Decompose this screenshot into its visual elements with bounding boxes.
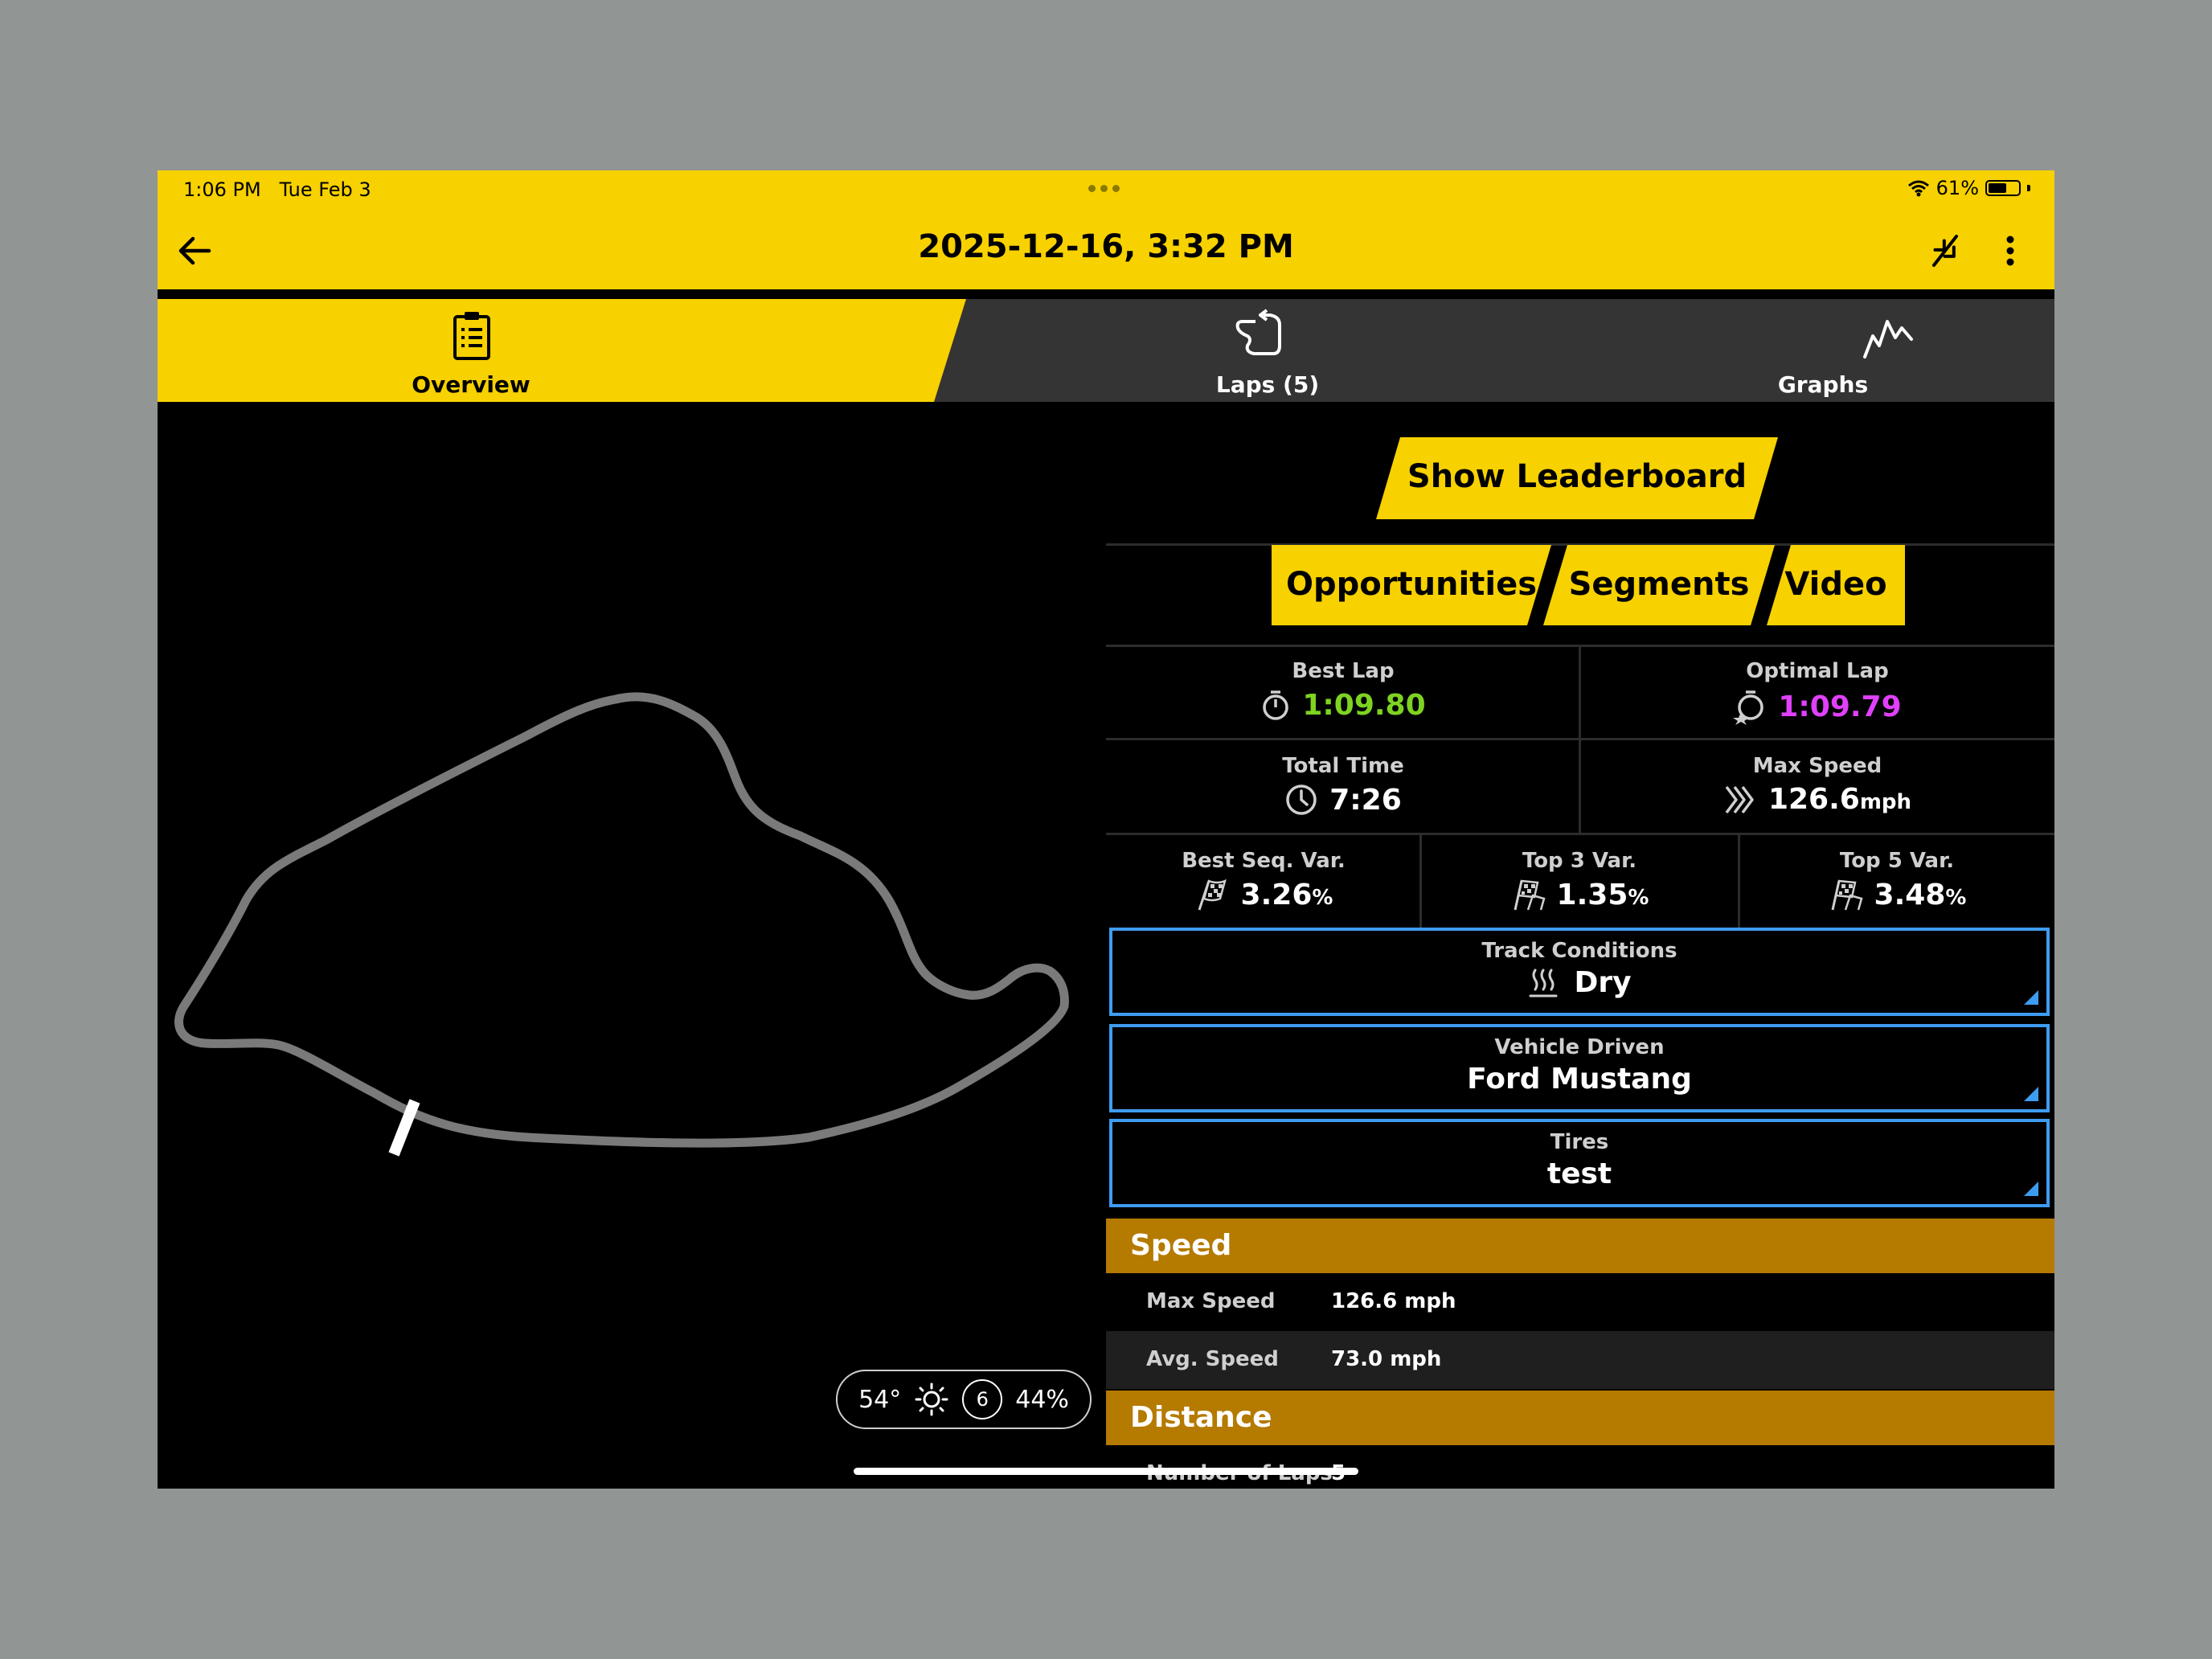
- tab-label-overview: Overview: [412, 371, 530, 398]
- vehicle-label: Vehicle Driven: [1494, 1035, 1665, 1059]
- track-conditions-selector[interactable]: Track Conditions Dry: [1109, 928, 2050, 1016]
- stat-optimal-lap: Optimal Lap 1:09.79: [1580, 659, 2054, 725]
- temperature: 54°: [858, 1385, 902, 1414]
- double-checkered-flag-icon: [1831, 879, 1863, 911]
- stopwatch-star-icon: [1733, 690, 1764, 725]
- wifi-icon: [1907, 180, 1929, 197]
- double-checkered-flag-icon: [1514, 879, 1546, 911]
- collapse-arrows-icon[interactable]: [1924, 230, 1966, 272]
- vehicle-value: Ford Mustang: [1467, 1063, 1692, 1096]
- tab-graphs[interactable]: Graphs: [1566, 299, 2054, 402]
- status-clock: 1:06 PM: [183, 178, 261, 201]
- divider: [1106, 833, 2054, 835]
- track-conditions-label: Track Conditions: [1481, 939, 1677, 963]
- distance-section-header: Distance: [1106, 1391, 2054, 1445]
- top5-var-unit: %: [1945, 885, 1967, 910]
- show-leaderboard-label: Show Leaderboard: [1407, 458, 1747, 495]
- tab-overview[interactable]: Overview: [158, 299, 969, 402]
- row-key: Max Speed: [1146, 1289, 1276, 1313]
- best-seq-var-value: 3.26: [1240, 878, 1313, 911]
- stat-top5-var: Top 5 Var. 3.48%: [1739, 849, 2054, 911]
- stat-total-time: Total Time 7:26: [1106, 754, 1580, 817]
- battery-icon: [1985, 180, 2021, 196]
- multitask-dots-icon[interactable]: [1088, 185, 1120, 192]
- weather-pill[interactable]: 54° 6 44%: [836, 1370, 1092, 1429]
- max-speed-unit: mph: [1859, 790, 1912, 814]
- stopwatch-icon: [1263, 690, 1289, 720]
- tab-laps[interactable]: Laps (5): [934, 299, 1601, 402]
- show-leaderboard-button[interactable]: Show Leaderboard: [1376, 437, 1778, 519]
- clipboard-icon: [453, 312, 490, 360]
- optimal-lap-value: 1:09.79: [1778, 690, 1902, 723]
- nav-bar: 2025-12-16, 3:32 PM: [158, 211, 2054, 289]
- best-seq-var-unit: %: [1312, 885, 1333, 910]
- track-map[interactable]: 54° 6 44%: [158, 402, 1106, 1489]
- video-button[interactable]: Video: [1767, 545, 1905, 625]
- clock-icon: [1286, 784, 1317, 815]
- segments-button[interactable]: Segments: [1543, 545, 1775, 625]
- tires-value: test: [1546, 1157, 1612, 1190]
- best-seq-var-label: Best Seq. Var.: [1182, 849, 1346, 873]
- best-lap-value: 1:09.80: [1302, 688, 1426, 722]
- nav-separator: [158, 289, 2054, 299]
- lap-route-icon: [1235, 309, 1281, 355]
- total-time-value: 7:26: [1329, 783, 1402, 817]
- max-speed-value: 126.6: [1768, 783, 1860, 816]
- dropdown-corner-icon: [2024, 1182, 2038, 1196]
- dropdown-corner-icon: [2024, 1087, 2038, 1101]
- tires-label: Tires: [1550, 1130, 1609, 1154]
- track-outline: [174, 692, 1069, 1157]
- checkered-flag-icon: [1198, 879, 1227, 911]
- row-value: 73.0 mph: [1331, 1347, 1442, 1371]
- top3-var-value: 1.35: [1556, 878, 1628, 911]
- speed-chevrons-icon: [1725, 785, 1754, 813]
- best-lap-label: Best Lap: [1292, 659, 1395, 683]
- heat-waves-icon: [1529, 969, 1558, 997]
- tab-label-graphs: Graphs: [1777, 371, 1869, 398]
- tab-bar: Overview Laps (5) Graphs: [158, 299, 2054, 402]
- table-row: Number of Laps 5: [1106, 1445, 2054, 1489]
- row-key: Avg. Speed: [1146, 1347, 1279, 1371]
- table-row: Max Speed 126.6 mph: [1106, 1273, 2054, 1331]
- stat-top3-var: Top 3 Var. 1.35%: [1421, 849, 1738, 911]
- humidity: 44%: [1015, 1385, 1069, 1414]
- wind-speed: 6: [962, 1379, 1003, 1419]
- segments-label: Segments: [1568, 566, 1750, 603]
- battery-percent: 61%: [1936, 177, 1979, 199]
- vehicle-selector[interactable]: Vehicle Driven Ford Mustang: [1109, 1024, 2050, 1112]
- top3-var-unit: %: [1628, 885, 1649, 910]
- tires-selector[interactable]: Tires test: [1109, 1119, 2050, 1207]
- table-row: Avg. Speed 73.0 mph: [1106, 1331, 2054, 1389]
- status-date: Tue Feb 3: [279, 178, 371, 201]
- tab-label-laps: Laps (5): [1215, 371, 1320, 398]
- video-label: Video: [1784, 566, 1887, 603]
- top5-var-label: Top 5 Var.: [1839, 849, 1955, 873]
- status-bar: 1:06 PM Tue Feb 3 61%: [158, 170, 2054, 211]
- page-title: 2025-12-16, 3:32 PM: [918, 228, 1294, 265]
- optimal-lap-label: Optimal Lap: [1746, 659, 1889, 683]
- graph-line-icon: [1863, 320, 1913, 358]
- track-conditions-value: Dry: [1574, 966, 1632, 999]
- speed-section-header: Speed: [1106, 1219, 2054, 1273]
- row-value: 126.6 mph: [1331, 1289, 1456, 1313]
- max-speed-label: Max Speed: [1752, 754, 1882, 778]
- session-panel: Show Leaderboard Opportunities Segments …: [1106, 402, 2054, 1489]
- status-indicators: 61%: [1907, 177, 2030, 199]
- status-time: 1:06 PM Tue Feb 3: [183, 178, 371, 201]
- home-indicator[interactable]: [854, 1468, 1358, 1475]
- sun-icon: [915, 1382, 948, 1416]
- total-time-label: Total Time: [1282, 754, 1404, 778]
- opportunities-label: Opportunities: [1285, 566, 1538, 603]
- more-vertical-icon[interactable]: [1998, 230, 2022, 272]
- top3-var-label: Top 3 Var.: [1522, 849, 1637, 873]
- dropdown-corner-icon: [2024, 990, 2038, 1005]
- stat-best-seq-var: Best Seq. Var. 3.26%: [1106, 849, 1421, 911]
- opportunities-button[interactable]: Opportunities: [1272, 545, 1551, 625]
- app-screen: 1:06 PM Tue Feb 3 61% 2025-12-16, 3:32 P…: [158, 170, 2054, 1489]
- stat-best-lap: Best Lap 1:09.80: [1106, 659, 1580, 722]
- stat-max-speed: Max Speed 126.6mph: [1580, 754, 2054, 816]
- top5-var-value: 3.48: [1874, 878, 1946, 911]
